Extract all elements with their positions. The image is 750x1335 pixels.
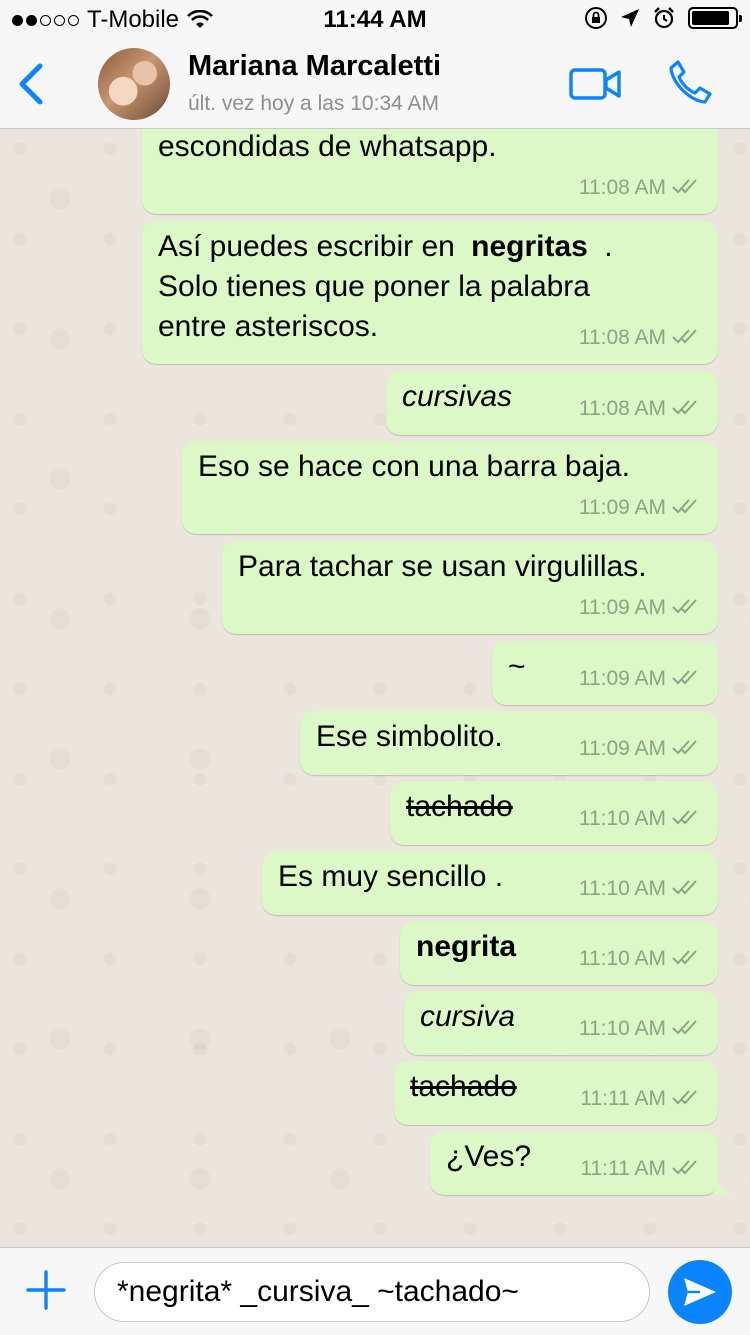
message-time: 11:09 AM	[578, 496, 666, 519]
message-time: 11:10 AM	[578, 947, 666, 970]
back-chevron-icon[interactable]	[12, 58, 52, 110]
double-check-icon	[672, 588, 702, 628]
double-check-icon	[672, 729, 702, 769]
message-text: ¿Ves?	[446, 1140, 532, 1173]
double-check-icon	[672, 488, 702, 528]
message-text-strikethrough: tachado	[410, 1070, 517, 1103]
message-bubble[interactable]: ~ 11:09 AM	[492, 641, 718, 705]
alarm-icon	[654, 7, 674, 29]
message-text-strikethrough: tachado	[406, 790, 513, 823]
contact-name[interactable]: Mariana Marcaletti	[188, 50, 441, 83]
message-bubble[interactable]: tachado 11:10 AM	[390, 781, 718, 845]
message-bubble[interactable]: ¿Ves? 11:11 AM	[430, 1131, 730, 1195]
double-check-icon	[672, 1009, 702, 1049]
message-bubble[interactable]: Así puedes escribir en negritas . Solo t…	[142, 221, 718, 364]
double-check-icon	[672, 1079, 702, 1119]
contact-avatar[interactable]	[98, 48, 170, 120]
status-bar: T-Mobile 11:44 AM	[0, 0, 750, 40]
message-text: Solo tienes que poner la palabra	[158, 270, 590, 303]
lock-rotation-icon	[585, 7, 607, 29]
message-text-italic: cursivas	[402, 380, 513, 413]
message-time: 11:09 AM	[578, 667, 666, 690]
send-icon	[684, 1278, 716, 1306]
double-check-icon	[672, 168, 702, 208]
message-text-bold: negrita	[416, 930, 517, 963]
message-text: escondidas de whatsapp.	[158, 130, 497, 163]
message-text-bold: negritas	[471, 230, 588, 263]
message-time: 11:09 AM	[578, 737, 666, 760]
video-call-icon[interactable]	[568, 64, 622, 104]
message-bubble[interactable]: Eso se hace con una barra baja. 11:09 AM	[182, 441, 718, 534]
message-time: 11:11 AM	[580, 1157, 666, 1180]
message-time: 11:08 AM	[578, 326, 666, 349]
double-check-icon	[672, 318, 702, 358]
double-check-icon	[672, 799, 702, 839]
message-text: Ese simbolito.	[316, 720, 503, 753]
message-time: 11:10 AM	[578, 1017, 666, 1040]
message-bubble[interactable]: Es muy sencillo . 11:10 AM	[262, 851, 718, 915]
message-text: Así puedes escribir en	[158, 230, 464, 263]
message-time: 11:09 AM	[578, 596, 666, 619]
message-time: 11:08 AM	[578, 176, 666, 199]
message-bubble[interactable]: Ese simbolito. 11:09 AM	[300, 711, 718, 775]
message-time: 11:08 AM	[578, 397, 666, 420]
double-check-icon	[672, 869, 702, 909]
chat-header: Mariana Marcaletti últ. vez hoy a las 10…	[0, 40, 750, 129]
location-arrow-icon	[621, 9, 639, 27]
message-text: Eso se hace con una barra baja.	[198, 450, 630, 483]
message-time: 11:10 AM	[578, 807, 666, 830]
message-time: 11:11 AM	[580, 1087, 666, 1110]
message-list[interactable]: escondidas de whatsapp. 11:08 AM Así pue…	[0, 129, 750, 1247]
composer-bar: *negrita* _cursiva_ ~tachado~	[0, 1247, 750, 1335]
message-input-value: *negrita* _cursiva_ ~tachado~	[117, 1275, 519, 1308]
battery-icon	[688, 7, 742, 29]
send-button[interactable]	[668, 1260, 732, 1324]
phone-call-icon[interactable]	[664, 56, 716, 108]
last-seen-status: últ. vez hoy a las 10:34 AM	[188, 92, 439, 115]
message-text: Para tachar se usan virgulillas.	[238, 550, 647, 583]
message-time: 11:10 AM	[578, 877, 666, 900]
message-text: Es muy sencillo .	[278, 860, 504, 893]
message-bubble[interactable]: cursiva 11:10 AM	[404, 991, 718, 1055]
double-check-icon	[672, 1149, 702, 1189]
double-check-icon	[672, 389, 702, 429]
message-bubble[interactable]: tachado 11:11 AM	[394, 1061, 718, 1125]
message-bubble[interactable]: escondidas de whatsapp. 11:08 AM	[142, 129, 718, 214]
double-check-icon	[672, 659, 702, 699]
message-text: .	[595, 230, 613, 263]
message-bubble[interactable]: negrita 11:10 AM	[400, 921, 718, 985]
message-text-italic: cursiva	[420, 1000, 516, 1033]
message-input[interactable]: *negrita* _cursiva_ ~tachado~	[94, 1262, 650, 1322]
double-check-icon	[672, 939, 702, 979]
message-bubble[interactable]: Para tachar se usan virgulillas. 11:09 A…	[222, 541, 718, 634]
message-bubble[interactable]: cursivas 11:08 AM	[386, 371, 718, 435]
plus-icon[interactable]	[24, 1268, 68, 1312]
message-text: ~	[508, 650, 526, 683]
